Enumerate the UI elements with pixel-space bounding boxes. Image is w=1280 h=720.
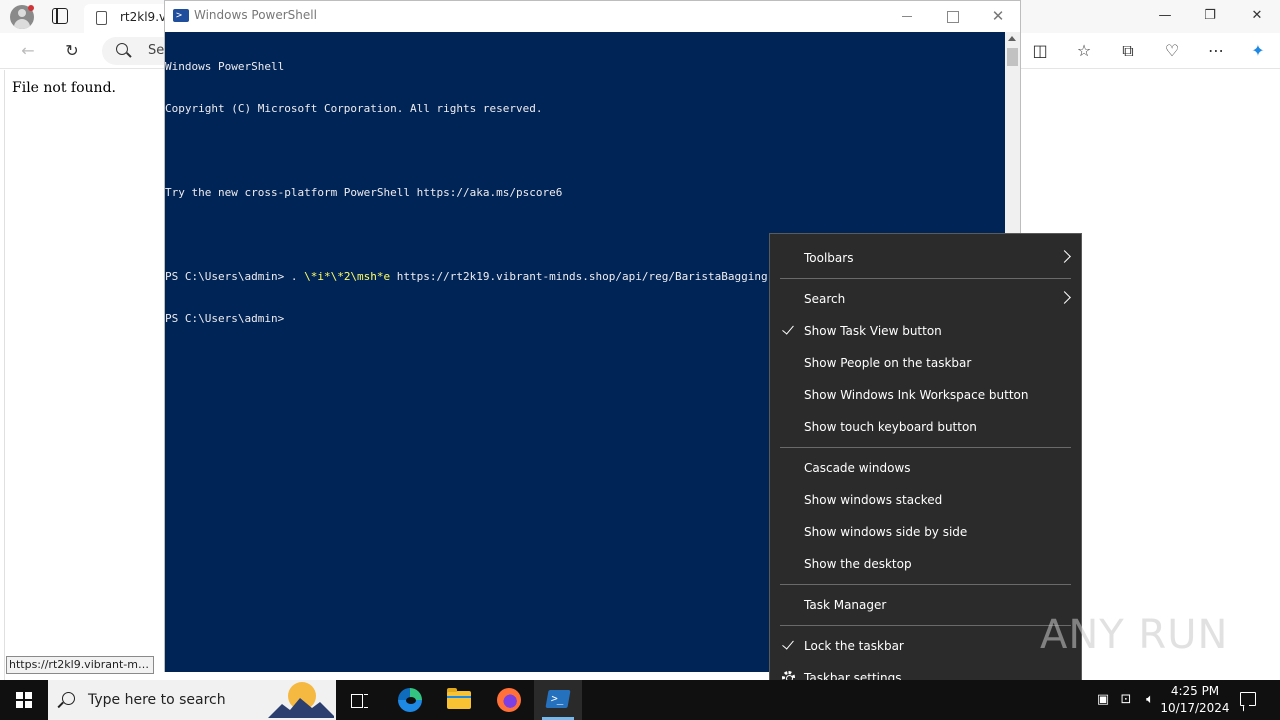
chevron-right-icon <box>1058 291 1071 304</box>
menu-item-label: Show touch keyboard button <box>804 420 977 434</box>
start-button[interactable] <box>0 680 48 720</box>
menu-item-toolbars[interactable]: Toolbars <box>770 242 1081 274</box>
menu-item-task-manager[interactable]: Task Manager <box>770 589 1081 621</box>
edge-browser-icon <box>398 688 422 712</box>
command-prompt: PS C:\Users\admin> . <box>165 270 305 283</box>
scroll-up-icon[interactable] <box>1008 36 1016 41</box>
checkmark-icon <box>782 323 796 337</box>
status-bar-url: https://rt2kl9.vibrant-mind... <box>6 656 154 674</box>
powershell-icon: > <box>173 9 189 22</box>
task-view-icon <box>351 692 369 708</box>
refresh-icon[interactable]: ↻ <box>62 41 82 61</box>
file-explorer-icon <box>447 688 471 709</box>
menu-item-label: Task Manager <box>804 598 887 612</box>
taskbar-firefox-button[interactable] <box>485 680 533 720</box>
menu-item-label: Lock the taskbar <box>804 639 904 653</box>
menu-item-show-task-view[interactable]: Show Task View button <box>770 315 1081 347</box>
address-bar-text: Se <box>148 43 165 58</box>
notification-center-icon[interactable] <box>1240 692 1256 706</box>
command-argument: https://rt2k19.vibrant-minds.shop/api/re… <box>390 270 801 283</box>
window-title: Windows PowerShell <box>194 8 317 22</box>
maximize-button[interactable] <box>937 5 967 27</box>
page-frame-border <box>0 70 5 680</box>
collections-icon[interactable]: ⧉ <box>1118 41 1138 61</box>
copilot-icon[interactable]: ✦ <box>1248 41 1268 61</box>
command-executable: \*i*\*2\msh*e <box>304 270 391 283</box>
checkmark-icon <box>782 638 796 652</box>
profile-notification-dot <box>28 5 34 11</box>
browser-essentials-icon[interactable]: ♡ <box>1162 41 1182 61</box>
search-highlight-art-icon <box>268 682 334 718</box>
console-line: Copyright (C) Microsoft Corporation. All… <box>165 102 543 115</box>
menu-separator <box>780 447 1071 448</box>
console-line: Try the new cross-platform PowerShell ht… <box>165 186 563 199</box>
taskbar-powershell-button[interactable]: >_ <box>534 680 582 720</box>
edge-close-button[interactable]: ✕ <box>1247 6 1267 26</box>
tab-actions-icon[interactable] <box>52 8 68 24</box>
browser-tab-title: rt2kl9.vi <box>120 10 170 24</box>
menu-item-search[interactable]: Search <box>770 283 1081 315</box>
more-options-icon[interactable]: ⋯ <box>1206 41 1226 61</box>
close-button[interactable]: ✕ <box>983 5 1013 27</box>
firefox-icon <box>497 688 521 712</box>
menu-item-show-people[interactable]: Show People on the taskbar <box>770 347 1081 379</box>
scroll-thumb[interactable] <box>1007 48 1018 66</box>
taskbar-file-explorer-button[interactable] <box>435 680 483 720</box>
menu-item-label: Show the desktop <box>804 557 912 571</box>
edge-minimize-button[interactable]: — <box>1155 6 1175 26</box>
menu-item-lock-taskbar[interactable]: Lock the taskbar <box>770 630 1081 662</box>
powershell-title-bar[interactable]: > Windows PowerShell ✕ <box>165 1 1020 32</box>
menu-item-show-touch-keyboard[interactable]: Show touch keyboard button <box>770 411 1081 443</box>
search-icon <box>62 692 75 705</box>
taskbar-search-box[interactable]: Type here to search <box>48 680 336 720</box>
menu-item-show-ink-workspace[interactable]: Show Windows Ink Workspace button <box>770 379 1081 411</box>
search-placeholder: Type here to search <box>88 692 226 708</box>
page-body-text: File not found. <box>12 80 116 96</box>
menu-item-label: Search <box>804 292 846 306</box>
chevron-right-icon <box>1058 250 1071 263</box>
volume-icon[interactable]: 🔈︎ <box>1142 692 1158 708</box>
menu-item-label: Toolbars <box>804 251 854 265</box>
taskbar-edge-button[interactable] <box>386 680 434 720</box>
page-icon <box>96 11 107 25</box>
menu-item-label: Show windows stacked <box>804 493 943 507</box>
network-icon[interactable]: ⊡ <box>1118 692 1134 708</box>
search-icon <box>116 43 128 55</box>
clock-date: 10/17/2024 <box>1160 701 1230 715</box>
minimize-button[interactable] <box>892 5 922 27</box>
meet-now-icon[interactable]: ▣ <box>1095 692 1111 708</box>
console-line: Windows PowerShell <box>165 60 285 73</box>
edge-restore-button[interactable]: ❐ <box>1200 6 1220 26</box>
powershell-icon: >_ <box>545 690 571 708</box>
menu-item-label: Show People on the taskbar <box>804 356 972 370</box>
system-clock[interactable]: 4:25 PM 10/17/2024 <box>1160 683 1230 717</box>
task-view-button[interactable] <box>336 680 384 720</box>
menu-item-label: Show windows side by side <box>804 525 968 539</box>
menu-separator <box>780 625 1071 626</box>
menu-item-show-desktop[interactable]: Show the desktop <box>770 548 1081 580</box>
menu-item-label: Cascade windows <box>804 461 911 475</box>
menu-item-windows-stacked[interactable]: Show windows stacked <box>770 484 1081 516</box>
back-arrow-icon[interactable]: ← <box>18 41 38 61</box>
split-screen-icon[interactable]: ◫ <box>1030 41 1050 61</box>
menu-item-side-by-side[interactable]: Show windows side by side <box>770 516 1081 548</box>
taskbar-context-menu: Toolbars Search Show Task View button Sh… <box>769 233 1082 703</box>
windows-logo-icon <box>16 692 32 708</box>
clock-time: 4:25 PM <box>1170 684 1220 698</box>
anyrun-watermark: ANY RUN <box>1040 612 1229 658</box>
menu-item-label: Show Task View button <box>804 324 942 338</box>
menu-separator <box>780 584 1071 585</box>
favorites-star-icon[interactable]: ☆ <box>1074 41 1094 61</box>
menu-separator <box>780 278 1071 279</box>
menu-item-cascade-windows[interactable]: Cascade windows <box>770 452 1081 484</box>
taskbar: Type here to search >_ ▣ ⊡ 🔈︎ 4:25 PM 10… <box>0 680 1280 720</box>
menu-item-label: Show Windows Ink Workspace button <box>804 388 1029 402</box>
